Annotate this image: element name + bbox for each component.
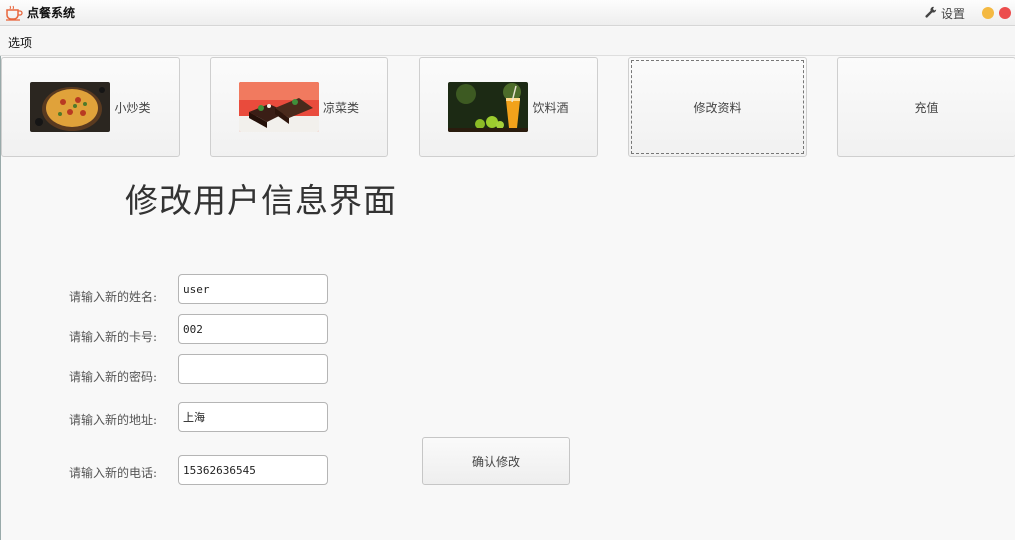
minimize-button[interactable] (982, 7, 994, 19)
wrench-icon (925, 6, 937, 21)
menu-bar: 选项 (0, 27, 1015, 56)
window-title: 点餐系统 (27, 6, 76, 20)
nav-card-label: 充值 (914, 100, 939, 115)
settings-button[interactable]: 设置 (925, 5, 965, 22)
nav-card-cold-dishes[interactable]: 凉菜类 (210, 57, 388, 157)
nav-card-recharge[interactable]: 充值 (837, 57, 1015, 157)
phone-input[interactable] (178, 455, 328, 485)
nav-card-label: 饮料酒 (532, 100, 569, 115)
coffee-cup-icon (5, 4, 23, 22)
password-input[interactable] (178, 354, 328, 384)
confirm-edit-button[interactable]: 确认修改 (422, 437, 570, 485)
drink-image (448, 82, 529, 132)
close-button[interactable] (999, 7, 1011, 19)
cake-image (238, 82, 319, 132)
nav-card-label: 修改资料 (693, 100, 742, 115)
phone-label: 请输入新的电话: (69, 466, 158, 480)
name-label: 请输入新的姓名: (69, 290, 158, 304)
address-label: 请输入新的地址: (69, 413, 158, 427)
page-title: 修改用户信息界面 (125, 181, 397, 220)
nav-card-label: 凉菜类 (322, 100, 359, 115)
title-bar: 点餐系统 (0, 0, 1015, 26)
address-input[interactable] (178, 402, 328, 432)
settings-label: 设置 (941, 7, 966, 21)
password-label: 请输入新的密码: (69, 370, 158, 384)
pizza-image (30, 82, 111, 132)
card-number-input[interactable] (178, 314, 328, 344)
menu-options[interactable]: 选项 (8, 34, 32, 51)
nav-card-stir-fry[interactable]: 小炒类 (1, 57, 180, 157)
nav-card-edit-profile[interactable]: 修改资料 (628, 57, 807, 157)
nav-card-drinks[interactable]: 饮料酒 (419, 57, 598, 157)
nav-card-label: 小炒类 (114, 100, 151, 115)
name-input[interactable] (178, 274, 328, 304)
card-number-label: 请输入新的卡号: (69, 330, 158, 344)
